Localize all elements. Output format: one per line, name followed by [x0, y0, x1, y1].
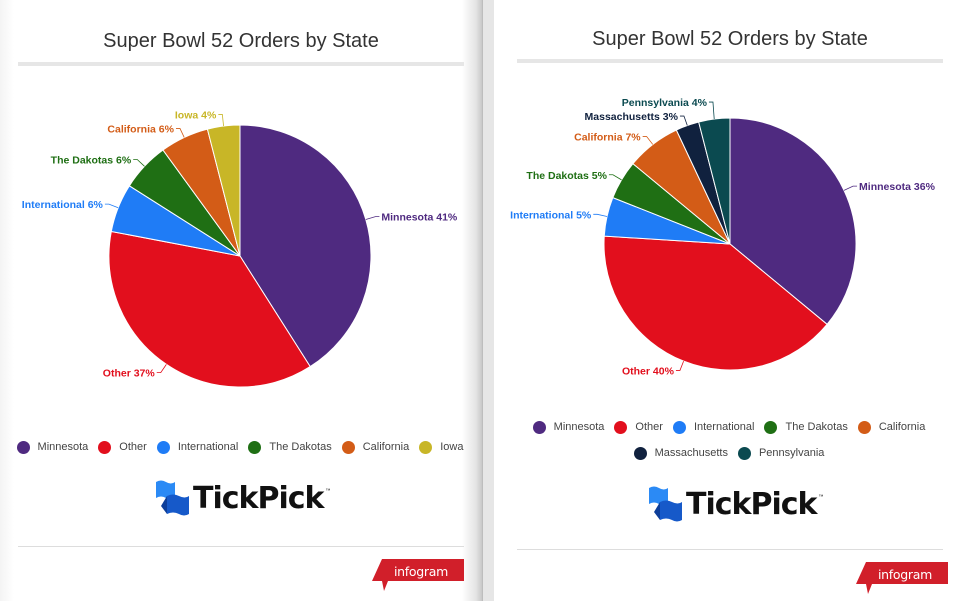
- legend-swatch-icon: [737, 446, 751, 460]
- slice-label-minnesota: Minnesota 41%: [381, 212, 458, 224]
- infogram-badge[interactable]: infogram: [372, 559, 464, 593]
- legend-item-minnesota[interactable]: Minnesota: [532, 414, 605, 440]
- legend-label: International: [177, 441, 239, 453]
- legend-item-international[interactable]: International: [156, 434, 239, 460]
- legend-swatch-icon: [857, 420, 871, 434]
- legend-label: The Dakotas: [785, 421, 848, 433]
- tickpick-wordmark: TickPick: [193, 480, 324, 516]
- label-leader-line: [365, 216, 380, 220]
- legend-label: The Dakotas: [269, 441, 332, 453]
- legend-label: Other: [119, 441, 147, 453]
- label-leader-line: [608, 174, 622, 181]
- legend-item-other[interactable]: Other: [614, 414, 663, 440]
- legend-item-other[interactable]: Other: [98, 434, 147, 460]
- slice-label-iowa: Iowa 4%: [175, 109, 217, 121]
- slice-label-international: International 6%: [22, 199, 104, 211]
- chart-legend: Minnesota Other International The Dakotas Ca…: [10, 434, 470, 460]
- chart-legend: Minnesota Other International The Dakotas Ca…: [514, 414, 944, 466]
- slice-label-minnesota: Minnesota 36%: [859, 181, 936, 193]
- label-leader-line: [175, 128, 185, 138]
- legend-item-california[interactable]: California: [341, 434, 410, 460]
- legend-swatch-icon: [341, 440, 355, 454]
- footer-divider: [18, 546, 464, 547]
- label-leader-line: [218, 114, 224, 127]
- legend-label: California: [362, 441, 410, 453]
- legend-swatch-icon: [16, 440, 30, 454]
- slice-label-the-dakotas: The Dakotas 5%: [526, 170, 607, 182]
- legend-label: Other: [635, 421, 663, 433]
- legend-item-the-dakotas[interactable]: The Dakotas: [764, 414, 848, 440]
- infogram-label: infogram: [394, 564, 448, 579]
- label-leader-line: [843, 185, 858, 191]
- legend-label: Minnesota: [553, 421, 605, 433]
- trademark-mark: ™: [325, 488, 331, 494]
- legend-item-minnesota[interactable]: Minnesota: [16, 434, 89, 460]
- legend-item-the-dakotas[interactable]: The Dakotas: [248, 434, 332, 460]
- tickpick-logo-icon: [649, 486, 682, 522]
- legend-item-massachusetts[interactable]: Massachusetts: [633, 440, 728, 466]
- slice-label-california: California 7%: [574, 132, 641, 144]
- label-leader-line: [642, 136, 654, 145]
- legend-swatch-icon: [633, 446, 647, 460]
- slice-label-massachusetts: Massachusetts 3%: [585, 111, 679, 123]
- legend-swatch-icon: [764, 420, 778, 434]
- legend-swatch-icon: [532, 420, 546, 434]
- chart-panel-right: Super Bowl 52 Orders by State Minnesota …: [494, 0, 960, 601]
- label-leader-line: [593, 213, 608, 217]
- legend-item-international[interactable]: International: [672, 414, 755, 440]
- legend-label: Minnesota: [37, 441, 89, 453]
- legend-item-iowa[interactable]: Iowa: [419, 434, 463, 460]
- slice-label-other: Other 40%: [622, 365, 675, 377]
- slice-label-international: International 5%: [510, 209, 592, 221]
- legend-label: Massachusetts: [654, 447, 728, 459]
- panel-separator: [482, 0, 494, 601]
- tickpick-logo: TickPick ™: [153, 478, 331, 518]
- label-leader-line: [675, 361, 684, 371]
- slice-label-other: Other 37%: [103, 368, 156, 380]
- legend-swatch-icon: [156, 440, 170, 454]
- legend-swatch-icon: [98, 440, 112, 454]
- footer-divider: [517, 549, 943, 550]
- legend-item-california[interactable]: California: [857, 414, 926, 440]
- legend-label: Iowa: [440, 441, 464, 453]
- slice-label-california: California 6%: [107, 123, 174, 135]
- label-leader-line: [679, 115, 688, 126]
- label-leader-line: [708, 101, 715, 120]
- legend-label: California: [878, 421, 926, 433]
- infogram-badge[interactable]: infogram: [856, 562, 948, 596]
- slice-label-the-dakotas: The Dakotas 6%: [51, 154, 132, 166]
- legend-item-pennsylvania[interactable]: Pennsylvania: [737, 440, 825, 466]
- infogram-label: infogram: [878, 567, 932, 582]
- label-leader-line: [133, 159, 145, 167]
- legend-swatch-icon: [614, 420, 628, 434]
- tickpick-logo-icon: [156, 480, 189, 516]
- chart-panel-left: Super Bowl 52 Orders by State Minnesota …: [0, 0, 482, 601]
- label-leader-line: [156, 364, 167, 374]
- tickpick-wordmark: TickPick: [686, 486, 817, 522]
- tickpick-logo: TickPick ™: [646, 484, 824, 524]
- legend-swatch-icon: [248, 440, 262, 454]
- slice-label-pennsylvania: Pennsylvania 4%: [622, 97, 708, 109]
- legend-label: International: [693, 421, 755, 433]
- legend-swatch-icon: [672, 420, 686, 434]
- label-leader-line: [104, 203, 119, 209]
- legend-swatch-icon: [419, 440, 433, 454]
- trademark-mark: ™: [818, 494, 824, 500]
- legend-label: Pennsylvania: [758, 447, 825, 459]
